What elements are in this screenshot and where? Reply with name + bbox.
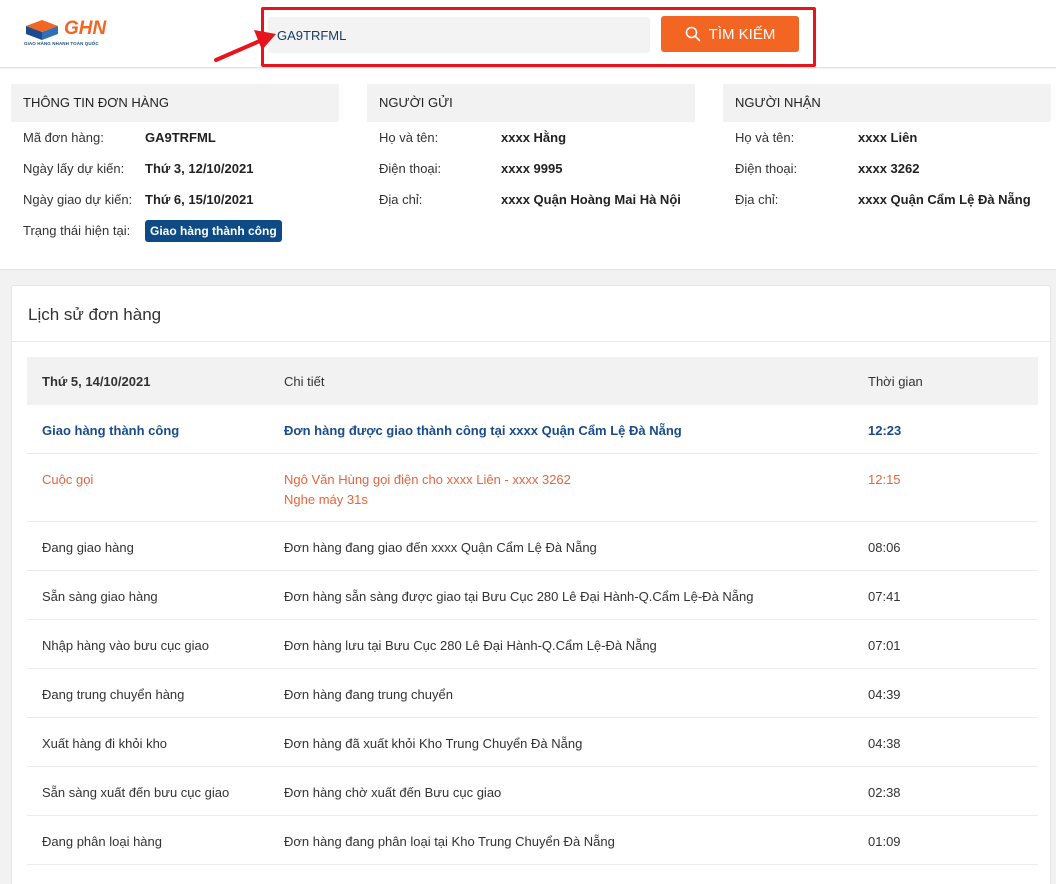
row-status: Sẵn sàng giao hàng xyxy=(42,589,158,604)
info-row: Họ và tên: xxxx Hằng xyxy=(367,122,695,153)
red-arrow-annotation xyxy=(214,30,276,62)
info-row: Mã đơn hàng: GA9TRFML xyxy=(11,122,339,153)
table-row: Đang trung chuyển hàng Đơn hàng đang tru… xyxy=(27,669,1038,718)
ghn-logo[interactable]: GHN GIAO HÀNG NHANH TOÀN QUỐC xyxy=(24,18,124,50)
tracking-search-input[interactable] xyxy=(268,17,650,53)
table-row: Đang giao hàng Đơn hàng đang giao đến xx… xyxy=(27,522,1038,571)
order-history-card: Lịch sử đơn hàng Thứ 5, 14/10/2021 Chi t… xyxy=(11,285,1052,884)
row-time: 02:38 xyxy=(868,785,901,800)
info-label: Địa chỉ: xyxy=(735,192,779,207)
row-detail: Đơn hàng đang trung chuyển xyxy=(284,687,453,702)
row-time: 01:09 xyxy=(868,834,901,849)
table-row: Nhập hàng vào bưu cục giao Đơn hàng lưu … xyxy=(27,620,1038,669)
row-detail: Đơn hàng chờ xuất đến Bưu cục giao xyxy=(284,785,502,800)
info-label: Địa chỉ: xyxy=(379,192,423,207)
row-detail: Đơn hàng được giao thành công tại xxxx Q… xyxy=(284,423,682,438)
row-time: 07:01 xyxy=(868,638,901,653)
row-status: Nhập hàng vào bưu cục giao xyxy=(42,638,209,653)
box-logo-icon xyxy=(26,20,58,40)
info-row: Họ và tên: xxxx Liên xyxy=(723,122,1051,153)
info-label: Điện thoại: xyxy=(379,161,442,176)
history-table: Thứ 5, 14/10/2021 Chi tiết Thời gian Gia… xyxy=(27,357,1038,865)
info-label: Điện thoại: xyxy=(735,161,798,176)
info-row: Điện thoại: xxxx 9995 xyxy=(367,153,695,184)
receiver-address-value: xxxx Quận Cẩm Lệ Đà Nẵng xyxy=(858,192,1031,207)
status-badge: Giao hàng thành công xyxy=(145,220,282,242)
receiver-header: NGƯỜI NHẬN xyxy=(723,84,1051,122)
sender-header: NGƯỜI GỬI xyxy=(367,84,695,122)
row-time: 07:41 xyxy=(868,589,901,604)
time-column-header: Thời gian xyxy=(868,374,923,389)
row-detail: Đơn hàng đang phân loại tại Kho Trung Ch… xyxy=(284,834,615,849)
table-row: Sẵn sàng xuất đến bưu cục giao Đơn hàng … xyxy=(27,767,1038,816)
order-code-value: GA9TRFML xyxy=(145,130,216,145)
receiver-name-value: xxxx Liên xyxy=(858,130,918,145)
table-row: Sẵn sàng giao hàng Đơn hàng sẵn sàng đượ… xyxy=(27,571,1038,620)
info-row: Điện thoại: xxxx 3262 xyxy=(723,153,1051,184)
info-row: Ngày giao dự kiến: Thứ 6, 15/10/2021 xyxy=(11,184,339,215)
row-detail-secondary: Nghe máy 31s xyxy=(284,492,368,507)
row-time: 04:39 xyxy=(868,687,901,702)
row-status: Sẵn sàng xuất đến bưu cục giao xyxy=(42,785,230,800)
status-label: Trạng thái hiện tại: xyxy=(23,223,131,238)
order-info-panel: THÔNG TIN ĐƠN HÀNG Mã đơn hàng: GA9TRFML… xyxy=(11,84,339,251)
row-detail: Đơn hàng lưu tại Bưu Cục 280 Lê Đại Hành… xyxy=(284,638,657,653)
sender-address-value: xxxx Quận Hoàng Mai Hà Nội xyxy=(501,192,681,207)
info-row: Trạng thái hiện tại: Giao hàng thành côn… xyxy=(11,215,339,251)
info-row: Ngày lấy dự kiến: Thứ 3, 12/10/2021 xyxy=(11,153,339,184)
info-label: Họ và tên: xyxy=(735,130,795,145)
delivery-date-value: Thứ 6, 15/10/2021 xyxy=(145,192,254,207)
row-status: Giao hàng thành công xyxy=(42,423,180,438)
receiver-panel: NGƯỜI NHẬN Họ và tên: xxxx Liên Điện tho… xyxy=(723,84,1051,215)
pickup-date-value: Thứ 3, 12/10/2021 xyxy=(145,161,254,176)
info-row: Địa chỉ: xxxx Quận Hoàng Mai Hà Nội xyxy=(367,184,695,215)
row-time: 08:06 xyxy=(868,540,901,555)
search-button-label: TÌM KIẾM xyxy=(708,25,776,43)
order-info-section: THÔNG TIN ĐƠN HÀNG Mã đơn hàng: GA9TRFML… xyxy=(0,69,1056,270)
sender-name-value: xxxx Hằng xyxy=(501,130,567,145)
search-button[interactable]: TÌM KIẾM xyxy=(661,16,799,52)
info-label: Ngày lấy dự kiến: xyxy=(23,161,125,176)
order-info-header: THÔNG TIN ĐƠN HÀNG xyxy=(11,84,339,122)
info-label: Mã đơn hàng: xyxy=(23,130,104,145)
row-time: 12:15 xyxy=(868,472,901,487)
row-status: Đang giao hàng xyxy=(42,540,134,555)
history-table-header: Thứ 5, 14/10/2021 Chi tiết Thời gian xyxy=(27,357,1038,405)
history-title: Lịch sử đơn hàng xyxy=(28,305,162,324)
row-detail: Đơn hàng sẵn sàng được giao tại Bưu Cục … xyxy=(284,589,754,604)
table-row: Đang phân loại hàng Đơn hàng đang phân l… xyxy=(27,816,1038,865)
table-row: Giao hàng thành công Đơn hàng được giao … xyxy=(27,405,1038,454)
row-status: Đang phân loại hàng xyxy=(42,834,162,849)
divider xyxy=(12,341,1052,342)
row-detail: Ngô Văn Hùng gọi điện cho xxxx Liên - xx… xyxy=(284,472,571,487)
logo-tagline: GIAO HÀNG NHANH TOÀN QUỐC xyxy=(24,41,99,46)
sender-phone-value: xxxx 9995 xyxy=(501,161,563,176)
info-label: Ngày giao dự kiến: xyxy=(23,192,133,207)
search-icon xyxy=(685,26,700,42)
detail-column-header: Chi tiết xyxy=(284,374,325,389)
row-detail: Đơn hàng đã xuất khỏi Kho Trung Chuyển Đ… xyxy=(284,736,583,751)
info-label: Họ và tên: xyxy=(379,130,439,145)
info-row: Địa chỉ: xxxx Quận Cẩm Lệ Đà Nẵng xyxy=(723,184,1051,215)
table-row: Cuộc gọi Ngô Văn Hùng gọi điện cho xxxx … xyxy=(27,454,1038,522)
row-detail: Đơn hàng đang giao đến xxxx Quận Cẩm Lệ … xyxy=(284,540,597,555)
row-status: Cuộc gọi xyxy=(42,472,94,487)
sender-panel: NGƯỜI GỬI Họ và tên: xxxx Hằng Điện thoạ… xyxy=(367,84,695,215)
row-time: 04:38 xyxy=(868,736,901,751)
top-bar: GHN GIAO HÀNG NHANH TOÀN QUỐC TÌM KIẾM xyxy=(0,0,1056,68)
row-time: 12:23 xyxy=(868,423,902,438)
receiver-phone-value: xxxx 3262 xyxy=(858,161,920,176)
table-row: Xuất hàng đi khỏi kho Đơn hàng đã xuất k… xyxy=(27,718,1038,767)
row-status: Xuất hàng đi khỏi kho xyxy=(42,736,168,751)
row-status: Đang trung chuyển hàng xyxy=(42,687,185,702)
logo-brand: GHN xyxy=(64,18,107,39)
date-column-header: Thứ 5, 14/10/2021 xyxy=(42,374,151,389)
